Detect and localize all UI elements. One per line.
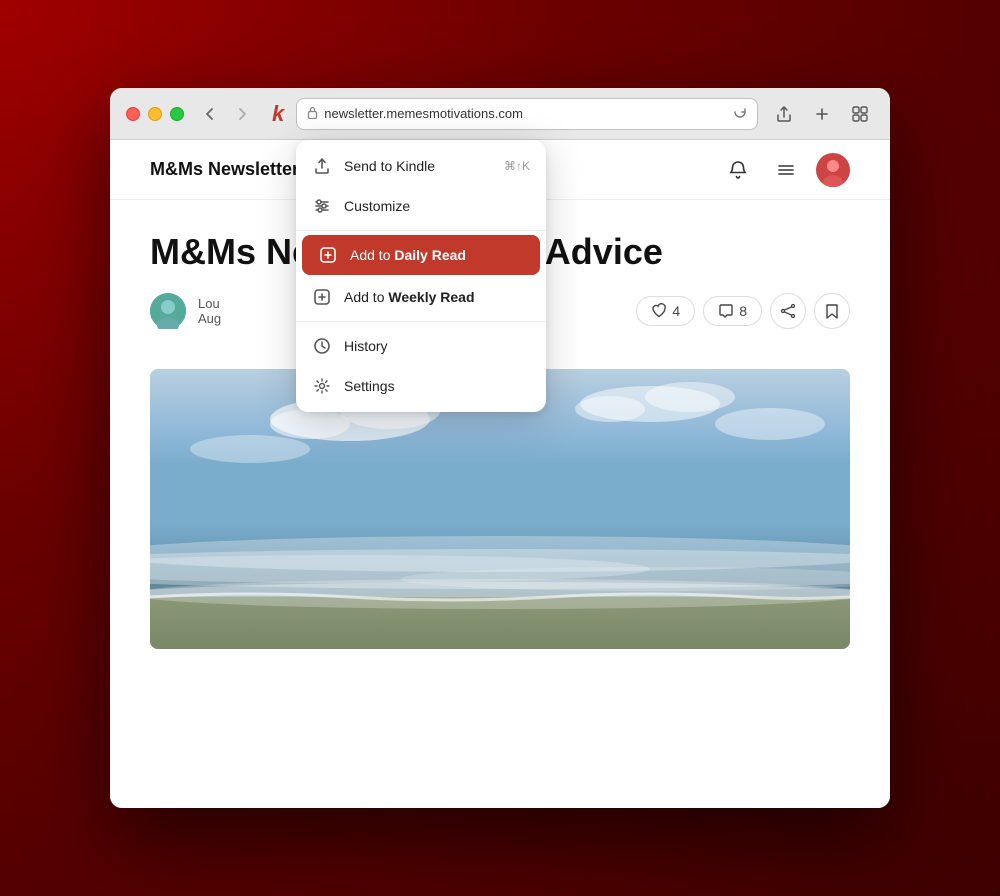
author-date: Aug bbox=[198, 311, 221, 326]
like-button[interactable]: 4 bbox=[636, 296, 695, 326]
author-avatar bbox=[150, 293, 186, 329]
article-actions: 4 8 bbox=[636, 293, 850, 329]
tab-overview-button[interactable] bbox=[846, 100, 874, 128]
maximize-button[interactable] bbox=[170, 107, 184, 121]
traffic-lights bbox=[126, 107, 184, 121]
menu-divider-1 bbox=[296, 230, 546, 231]
menu-item-history[interactable]: History bbox=[296, 326, 546, 366]
kindle-logo: k bbox=[272, 101, 284, 127]
comment-button[interactable]: 8 bbox=[703, 296, 762, 326]
url-text: newsletter.memesmotivations.com bbox=[324, 106, 727, 121]
menu-item-add-daily-read[interactable]: Add to Daily Read bbox=[302, 235, 540, 275]
menu-label-add-weekly: Add to Weekly Read bbox=[344, 289, 530, 305]
upload-icon bbox=[312, 156, 332, 176]
forward-button[interactable] bbox=[228, 100, 256, 128]
close-button[interactable] bbox=[126, 107, 140, 121]
reload-button[interactable] bbox=[733, 105, 747, 122]
plus-square-icon bbox=[318, 245, 338, 265]
like-count: 4 bbox=[672, 303, 680, 319]
menu-label-send-to-kindle: Send to Kindle bbox=[344, 158, 492, 174]
back-button[interactable] bbox=[196, 100, 224, 128]
menu-item-add-weekly-read[interactable]: Add to Weekly Read bbox=[296, 277, 546, 317]
gear-icon bbox=[312, 376, 332, 396]
menu-label-daily-bold: Daily Read bbox=[394, 247, 466, 263]
menu-shortcut-send-to-kindle: ⌘↑K bbox=[504, 159, 530, 173]
browser-window: k newsletter.memesmotivations.com bbox=[110, 88, 890, 808]
plus-square-outline-icon bbox=[312, 287, 332, 307]
menu-label-weekly-bold: Weekly Read bbox=[388, 289, 474, 305]
menu-label-settings: Settings bbox=[344, 378, 530, 394]
menu-button[interactable] bbox=[768, 152, 804, 188]
menu-label-customize: Customize bbox=[344, 198, 530, 214]
menu-divider-2 bbox=[296, 321, 546, 322]
site-header-actions bbox=[720, 152, 850, 188]
toolbar-right bbox=[770, 100, 874, 128]
new-tab-button[interactable] bbox=[808, 100, 836, 128]
share-article-button[interactable] bbox=[770, 293, 806, 329]
bookmark-button[interactable] bbox=[814, 293, 850, 329]
avatar[interactable] bbox=[816, 153, 850, 187]
sliders-icon bbox=[312, 196, 332, 216]
menu-item-settings[interactable]: Settings bbox=[296, 366, 546, 406]
menu-label-history: History bbox=[344, 338, 530, 354]
menu-label-add-daily: Add to Daily Read bbox=[350, 247, 524, 263]
menu-item-send-to-kindle[interactable]: Send to Kindle ⌘↑K bbox=[296, 146, 546, 186]
notification-button[interactable] bbox=[720, 152, 756, 188]
title-bar: k newsletter.memesmotivations.com bbox=[110, 88, 890, 140]
minimize-button[interactable] bbox=[148, 107, 162, 121]
address-bar[interactable]: newsletter.memesmotivations.com bbox=[296, 98, 758, 130]
comment-count: 8 bbox=[739, 303, 747, 319]
menu-item-customize[interactable]: Customize bbox=[296, 186, 546, 226]
clock-icon bbox=[312, 336, 332, 356]
nav-buttons bbox=[196, 100, 256, 128]
lock-icon bbox=[307, 106, 318, 122]
share-button[interactable] bbox=[770, 100, 798, 128]
author-name: Lou bbox=[198, 296, 221, 311]
author-info: Lou Aug bbox=[198, 296, 221, 326]
dropdown-menu: Send to Kindle ⌘↑K Customize bbox=[296, 140, 546, 412]
